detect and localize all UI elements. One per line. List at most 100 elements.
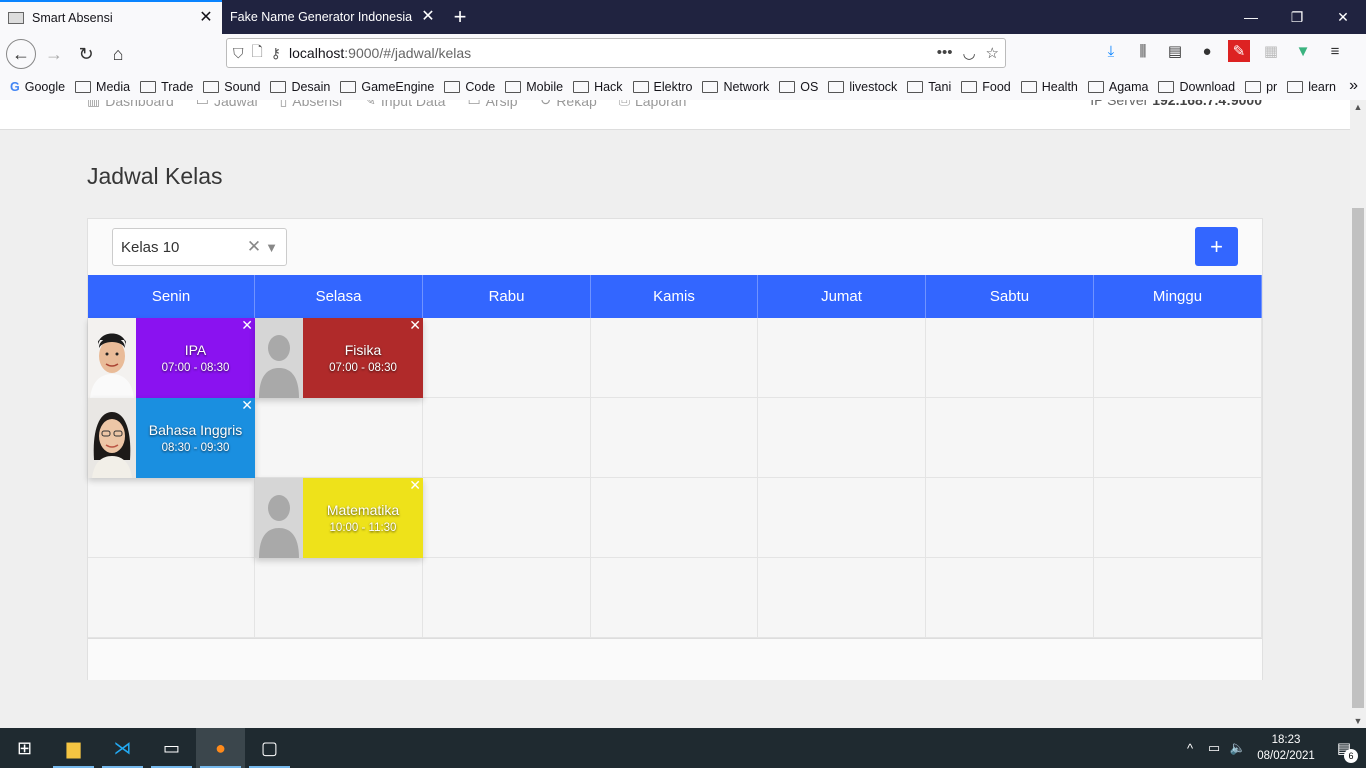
- schedule-cell[interactable]: [423, 478, 591, 558]
- schedule-cell[interactable]: [255, 558, 423, 638]
- bookmark-folder[interactable]: Hack: [573, 80, 623, 94]
- bookmark-folder[interactable]: GameEngine: [340, 80, 434, 94]
- volume-icon[interactable]: 🔈: [1226, 740, 1250, 756]
- menu-icon[interactable]: ≡: [1324, 40, 1346, 62]
- delete-entry-icon[interactable]: ✕: [241, 317, 253, 334]
- chevron-down-icon[interactable]: ▼: [265, 240, 278, 255]
- schedule-cell[interactable]: [255, 398, 423, 478]
- menu-item-dashboard[interactable]: ▥ Dashboard: [87, 100, 174, 109]
- schedule-cell[interactable]: [758, 398, 926, 478]
- schedule-entry[interactable]: Matematika 10:00 - 11:30 ✕: [255, 477, 423, 558]
- schedule-cell[interactable]: [926, 558, 1094, 638]
- schedule-cell[interactable]: [591, 398, 758, 478]
- close-tab-icon[interactable]: ✕: [198, 10, 214, 26]
- schedule-entry[interactable]: Fisika 07:00 - 08:30 ✕: [255, 317, 423, 398]
- shield-icon[interactable]: ⛉: [233, 45, 244, 62]
- bookmark-star-icon[interactable]: ☆: [986, 44, 999, 62]
- notification-icon[interactable]: ▤ 6: [1322, 739, 1366, 763]
- minimize-button[interactable]: —: [1228, 0, 1274, 34]
- bookmarks-overflow-icon[interactable]: »: [1349, 77, 1358, 95]
- schedule-cell[interactable]: [926, 398, 1094, 478]
- bookmark-folder[interactable]: OS: [779, 80, 818, 94]
- bookmark-folder[interactable]: Food: [961, 80, 1011, 94]
- bookmark-google[interactable]: G Google: [10, 80, 65, 94]
- url-text[interactable]: localhost:9000/#/jadwal/kelas: [289, 45, 937, 61]
- delete-entry-icon[interactable]: ✕: [409, 317, 421, 334]
- bookmark-folder[interactable]: livestock: [828, 80, 897, 94]
- schedule-cell[interactable]: [88, 478, 255, 558]
- schedule-cell[interactable]: [758, 478, 926, 558]
- bookmark-folder[interactable]: Code: [444, 80, 495, 94]
- back-button[interactable]: ←: [6, 39, 36, 69]
- delete-entry-icon[interactable]: ✕: [241, 397, 253, 414]
- clock[interactable]: 18:23 08/02/2021: [1250, 732, 1322, 764]
- sidebar-icon[interactable]: ▤: [1164, 40, 1186, 62]
- menu-item-jadwal[interactable]: ▭ Jadwal: [196, 100, 258, 109]
- schedule-cell[interactable]: [1094, 318, 1262, 398]
- tab-fake-name-generator[interactable]: Fake Name Generator Indonesia ✕: [222, 0, 444, 34]
- schedule-cell[interactable]: [423, 558, 591, 638]
- schedule-cell[interactable]: [1094, 478, 1262, 558]
- scroll-up-icon[interactable]: ▲: [1350, 102, 1366, 112]
- reload-button[interactable]: ↻: [70, 38, 102, 70]
- page-actions-icon[interactable]: •••: [937, 44, 953, 62]
- schedule-entry[interactable]: Bahasa Inggris 08:30 - 09:30 ✕: [88, 397, 255, 478]
- key-icon[interactable]: ⚷: [271, 45, 281, 62]
- clear-icon[interactable]: ✕: [247, 237, 261, 257]
- schedule-cell[interactable]: [591, 478, 758, 558]
- network-icon[interactable]: ▭: [1202, 740, 1226, 756]
- tab-smart-absensi[interactable]: Smart Absensi ✕: [0, 0, 222, 34]
- schedule-entry[interactable]: IPA 07:00 - 08:30 ✕: [88, 317, 255, 398]
- schedule-cell[interactable]: [758, 558, 926, 638]
- schedule-cell[interactable]: [423, 318, 591, 398]
- bookmark-folder[interactable]: pr: [1245, 80, 1277, 94]
- bookmark-folder[interactable]: Agama: [1087, 80, 1148, 94]
- chevron-up-icon[interactable]: ^: [1178, 741, 1202, 756]
- schedule-cell[interactable]: [591, 558, 758, 638]
- home-button[interactable]: ⌂: [102, 38, 134, 70]
- profile-icon[interactable]: ●: [1196, 40, 1218, 62]
- menu-item-laporan[interactable]: ⎙ Laporan: [619, 100, 687, 109]
- close-tab-icon[interactable]: ✕: [420, 9, 436, 25]
- extension-icon[interactable]: ▦: [1260, 40, 1282, 62]
- bookmark-folder[interactable]: Media: [75, 80, 130, 94]
- restore-button[interactable]: ❐: [1274, 0, 1320, 34]
- extension-icon[interactable]: ✎: [1228, 40, 1250, 62]
- bookmark-folder[interactable]: Trade: [140, 80, 193, 94]
- app-window-icon[interactable]: ▢: [245, 728, 294, 768]
- schedule-cell[interactable]: [758, 318, 926, 398]
- menu-item-input-data[interactable]: ✎ Input Data: [364, 100, 445, 109]
- scrollbar-thumb[interactable]: [1352, 208, 1364, 708]
- schedule-cell[interactable]: [926, 478, 1094, 558]
- page-info-icon[interactable]: 🗋: [252, 41, 263, 65]
- url-bar[interactable]: ⛉ 🗋 ⚷ localhost:9000/#/jadwal/kelas ••• …: [226, 38, 1006, 68]
- schedule-cell[interactable]: [1094, 398, 1262, 478]
- schedule-cell[interactable]: [591, 318, 758, 398]
- bookmark-folder[interactable]: Network: [702, 80, 769, 94]
- schedule-cell[interactable]: [423, 398, 591, 478]
- new-tab-button[interactable]: +: [444, 0, 476, 34]
- bookmark-folder[interactable]: Health: [1020, 80, 1078, 94]
- page-scrollbar[interactable]: ▲ ▼: [1350, 100, 1366, 728]
- schedule-cell[interactable]: [926, 318, 1094, 398]
- schedule-cell[interactable]: [1094, 558, 1262, 638]
- vscode-icon[interactable]: ⋊: [98, 728, 147, 768]
- pocket-icon[interactable]: ◡: [962, 44, 975, 62]
- bookmark-folder[interactable]: Elektro: [632, 80, 692, 94]
- schedule-cell[interactable]: [88, 558, 255, 638]
- menu-item-rekap[interactable]: ↻ Rekap: [540, 100, 597, 109]
- scroll-down-icon[interactable]: ▼: [1350, 716, 1366, 726]
- file-explorer-icon[interactable]: ▆: [49, 728, 98, 768]
- bookmark-folder[interactable]: Mobile: [505, 80, 563, 94]
- terminal-icon[interactable]: ▭: [147, 728, 196, 768]
- add-schedule-button[interactable]: +: [1195, 227, 1238, 266]
- bookmark-folder[interactable]: Sound: [203, 80, 260, 94]
- start-button[interactable]: ⊞: [0, 728, 49, 768]
- menu-item-absensi[interactable]: ▯ Absensi: [280, 100, 343, 109]
- forward-button[interactable]: →: [38, 38, 70, 70]
- bookmark-folder[interactable]: learn: [1287, 80, 1336, 94]
- close-window-button[interactable]: ✕: [1320, 0, 1366, 34]
- vue-devtools-icon[interactable]: ▼: [1292, 40, 1314, 62]
- menu-item-arsip[interactable]: ▭ Arsip: [467, 100, 517, 109]
- library-icon[interactable]: ⫼: [1132, 40, 1154, 62]
